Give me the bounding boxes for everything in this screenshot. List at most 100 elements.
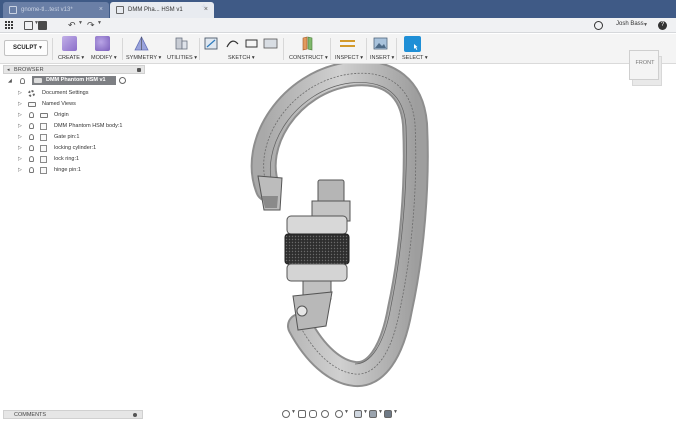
redo-icon[interactable]: ↷ [87, 20, 95, 31]
close-icon[interactable]: × [99, 2, 103, 18]
body-icon [40, 134, 47, 141]
activate-radio-icon[interactable] [119, 77, 126, 84]
toolbar-ribbon: SCULPT ▼ CREATE ▾ MODIFY ▾ SYMMETRY ▾ UT… [0, 34, 676, 64]
help-icon[interactable]: ? [658, 21, 667, 30]
browser-item-label: Gate pin:1 [54, 134, 80, 140]
chevron-down-icon[interactable]: ▼ [78, 20, 83, 26]
zoom-icon[interactable] [321, 410, 329, 418]
visibility-bulb-icon[interactable] [29, 156, 34, 162]
visibility-bulb-icon[interactable] [20, 78, 25, 84]
look-at-icon[interactable] [298, 410, 306, 418]
display-settings-icon[interactable] [354, 410, 362, 418]
collapse-caret-icon[interactable]: ◂ [7, 66, 10, 74]
browser-item-body[interactable]: ▷ DMM Phantom HSM body:1 [18, 121, 143, 131]
divider [52, 38, 53, 60]
pin-icon[interactable] [137, 68, 141, 72]
divider [396, 38, 397, 60]
pan-hand-icon[interactable] [309, 410, 317, 418]
orbit-icon[interactable] [282, 410, 290, 418]
collapsed-arrow-icon[interactable]: ▷ [18, 132, 22, 142]
model-canvas[interactable] [150, 64, 620, 404]
chevron-down-icon[interactable]: ▼ [344, 409, 349, 415]
divider [122, 38, 123, 60]
browser-item-hinge-pin[interactable]: ▷ hinge pin:1 [18, 165, 143, 175]
folder-icon [40, 113, 48, 118]
zoom-window-icon[interactable] [335, 410, 343, 418]
fusion360-window: gnome-tl...test v13* × DMM Pha... HSM v1… [0, 0, 676, 423]
hinge-pin[interactable] [296, 305, 308, 317]
sketch-label: SKETCH ▾ [228, 55, 255, 61]
visibility-bulb-icon[interactable] [29, 145, 34, 151]
body-icon [40, 156, 47, 163]
modify-label: MODIFY ▾ [91, 55, 117, 61]
chevron-down-icon[interactable]: ▼ [291, 409, 296, 415]
visibility-bulb-icon[interactable] [29, 134, 34, 140]
chevron-down-icon[interactable]: ▼ [363, 409, 368, 415]
browser-item-gate-pin[interactable]: ▷ Gate pin:1 [18, 132, 143, 142]
workspace-switcher[interactable]: SCULPT ▼ [4, 40, 48, 56]
collapsed-arrow-icon[interactable]: ▷ [18, 99, 22, 109]
file-menu-icon[interactable] [24, 21, 33, 30]
user-account-menu[interactable]: Josh Bass [616, 21, 644, 27]
browser-root-component[interactable]: ◢ DMM Phantom HSM v1 [8, 76, 126, 86]
job-status-clock-icon[interactable] [594, 21, 603, 30]
undo-icon[interactable]: ↶ [68, 20, 76, 31]
browser-item-label: DMM Phantom HSM body:1 [54, 123, 123, 129]
collapsed-arrow-icon[interactable]: ▷ [18, 154, 22, 164]
quick-access-toolbar: ▼ ↶ ▼ ↷ ▼ Josh Bass ▼ ? [0, 18, 676, 33]
comments-panel[interactable]: COMMENTS [3, 410, 143, 419]
document-icon [116, 6, 124, 14]
select-label: SELECT ▾ [402, 55, 428, 61]
workspace-label: SCULPT [13, 45, 37, 51]
tab-gnome-test[interactable]: gnome-tl...test v13* × [3, 2, 109, 18]
data-panel-grid-icon[interactable] [5, 20, 15, 31]
chevron-down-icon[interactable]: ▼ [97, 20, 102, 26]
visibility-bulb-icon[interactable] [29, 167, 34, 173]
collapsed-arrow-icon[interactable]: ▷ [18, 121, 22, 131]
gate-assembly[interactable] [284, 179, 351, 331]
browser-item-named-views[interactable]: ▷ Named Views [18, 99, 143, 109]
chevron-down-icon[interactable]: ▼ [378, 409, 383, 415]
browser-item-locking-cylinder[interactable]: ▷ locking cylinder:1 [18, 143, 143, 153]
collapsed-arrow-icon[interactable]: ▷ [18, 165, 22, 175]
select-cursor-icon [404, 36, 421, 52]
comments-add-icon[interactable] [133, 413, 137, 417]
chevron-down-icon[interactable]: ▼ [393, 409, 398, 415]
create-sketch-icon [204, 37, 218, 50]
visibility-bulb-icon[interactable] [29, 123, 34, 129]
create-label: CREATE ▾ [58, 55, 85, 61]
tab-dmm-phantom[interactable]: DMM Pha... HSM v1 × [110, 2, 214, 18]
root-component-label: DMM Phantom HSM v1 [32, 76, 116, 85]
body-icon [40, 167, 47, 174]
viewcube-face-label: FRONT [635, 60, 655, 66]
browser-item-document-settings[interactable]: ▷ Document Settings [18, 88, 143, 98]
tab-label: DMM Pha... HSM v1 [128, 7, 183, 13]
browser-item-lock-ring[interactable]: ▷ lock ring:1 [18, 154, 143, 164]
stop-sketch-icon [263, 38, 278, 49]
browser-item-label: hinge pin:1 [54, 167, 81, 173]
divider [330, 38, 331, 60]
divider [366, 38, 367, 60]
viewports-icon[interactable] [384, 410, 392, 418]
chevron-down-icon[interactable]: ▼ [643, 22, 648, 28]
save-icon[interactable] [38, 21, 47, 30]
collapsed-arrow-icon[interactable]: ▷ [18, 110, 22, 120]
grid-settings-icon[interactable] [369, 410, 377, 418]
browser-item-label: Origin [54, 112, 69, 118]
browser-title: BROWSER [14, 67, 44, 73]
body-icon [40, 123, 47, 130]
expanded-arrow-icon[interactable]: ◢ [8, 76, 12, 86]
tab-label: gnome-tl...test v13* [21, 7, 73, 13]
collapsed-arrow-icon[interactable]: ▷ [18, 143, 22, 153]
new-tab-button[interactable]: + [201, 3, 211, 13]
collapsed-arrow-icon[interactable]: ▷ [18, 88, 22, 98]
component-icon [34, 78, 42, 83]
viewcube[interactable]: FRONT [629, 50, 659, 80]
utilities-label: UTILITIES ▾ [167, 55, 197, 61]
measure-icon [340, 40, 355, 47]
visibility-bulb-icon[interactable] [29, 112, 34, 118]
browser-header[interactable]: ◂ BROWSER [3, 65, 145, 74]
browser-item-origin[interactable]: ▷ Origin [18, 110, 143, 120]
insert-label: INSERT ▾ [370, 55, 395, 61]
browser-item-label: Named Views [42, 101, 76, 107]
